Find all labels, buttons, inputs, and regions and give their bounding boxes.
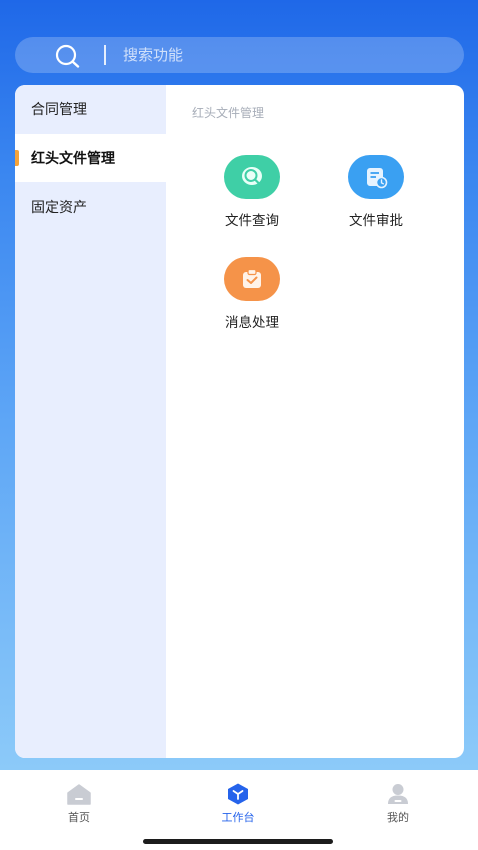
home-indicator[interactable] [143, 839, 333, 844]
tab-label: 首页 [68, 811, 90, 824]
profile-icon [388, 784, 408, 804]
tab-home[interactable]: 首页 [39, 782, 119, 828]
sidebar: 合同管理 红头文件管理 固定资产 [15, 85, 166, 758]
sidebar-item-label: 合同管理 [31, 102, 87, 118]
content-area: 红头文件管理 文件查询 文件审批 消息处理 [166, 85, 464, 758]
grid-item-document-approval[interactable]: 文件审批 [324, 155, 424, 245]
grid-item-document-query[interactable]: 文件查询 [200, 155, 300, 245]
grid-item-message-handling[interactable]: 消息处理 [200, 257, 300, 347]
main-panel: 合同管理 红头文件管理 固定资产 红头文件管理 文件查询 文件审批 消息处理 [15, 85, 464, 758]
tab-label: 我的 [387, 811, 409, 824]
grid-item-label: 消息处理 [225, 315, 279, 331]
sidebar-item-fixed-assets[interactable]: 固定资产 [15, 183, 166, 231]
search-divider [104, 45, 106, 65]
sidebar-item-label: 红头文件管理 [31, 151, 115, 167]
tab-label: 工作台 [221, 811, 255, 824]
search-bar[interactable] [15, 37, 464, 73]
search-document-icon [224, 155, 280, 199]
home-icon [67, 784, 91, 805]
tab-workbench[interactable]: 工作台 [198, 782, 278, 828]
tab-profile[interactable]: 我的 [358, 782, 438, 828]
search-input[interactable] [123, 41, 443, 69]
clipboard-check-icon [224, 257, 280, 301]
sidebar-item-contract[interactable]: 合同管理 [15, 85, 166, 133]
section-title: 红头文件管理 [192, 106, 265, 120]
search-icon[interactable] [54, 44, 82, 68]
sidebar-item-label: 固定资产 [31, 200, 87, 216]
sidebar-item-red-header-docs[interactable]: 红头文件管理 [15, 134, 166, 182]
grid-item-label: 文件审批 [349, 213, 403, 229]
document-clock-icon [348, 155, 404, 199]
bottom-tab-bar: 首页 工作台 我的 [0, 770, 478, 850]
grid-item-label: 文件查询 [225, 213, 279, 229]
workbench-icon [228, 783, 248, 805]
